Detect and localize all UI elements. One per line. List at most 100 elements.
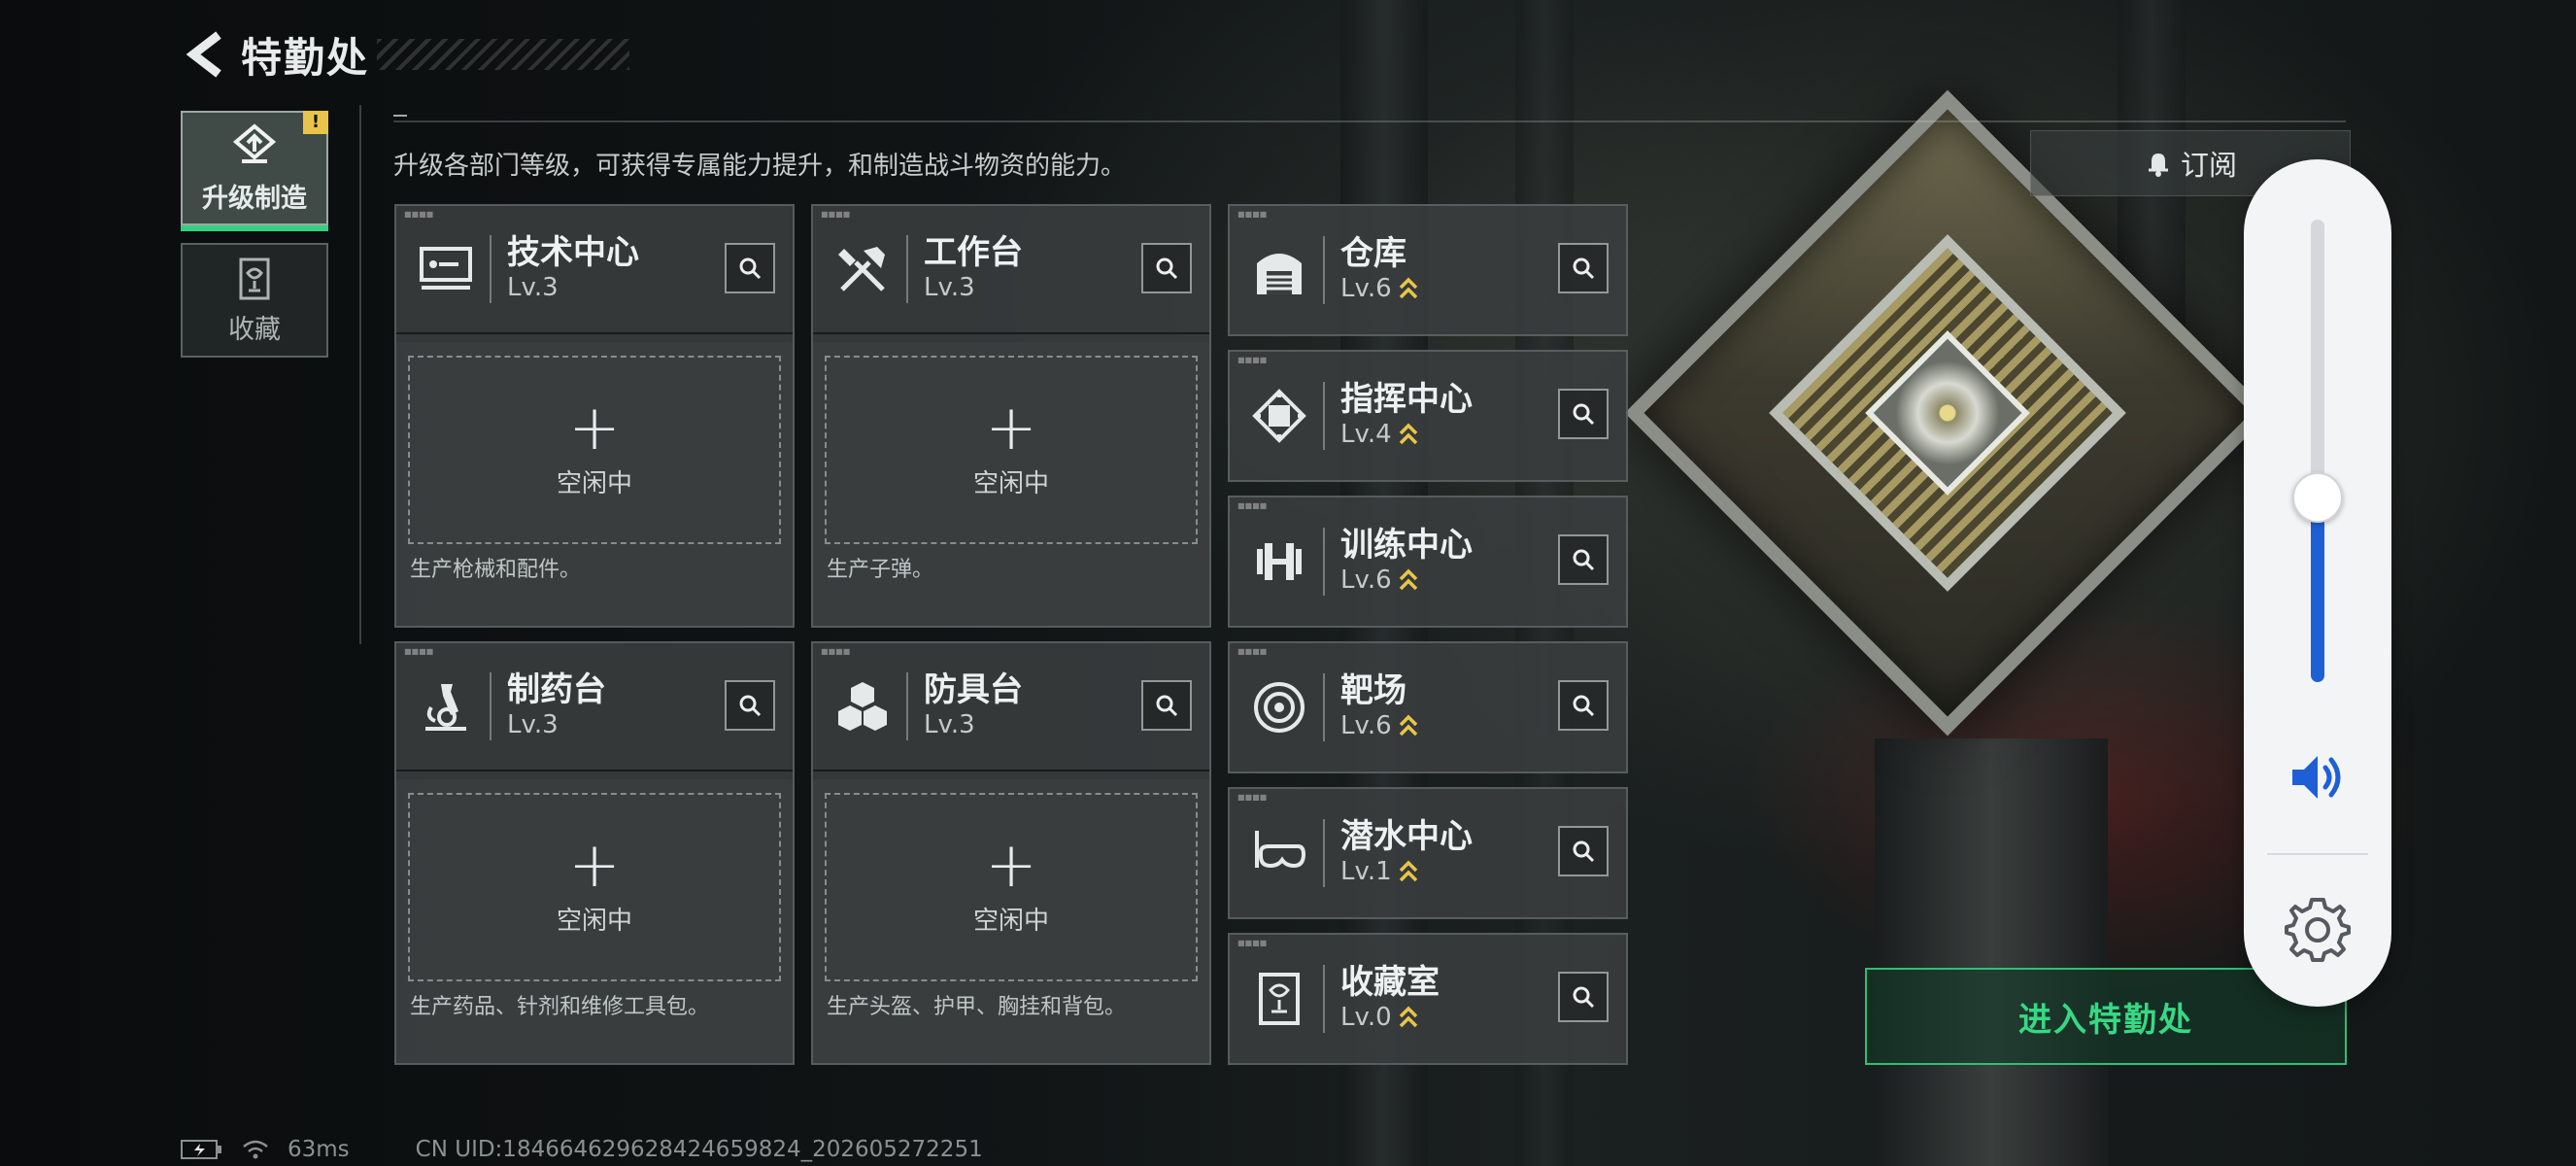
armor-cubes-icon xyxy=(827,670,898,742)
tab-upgrade-label: 升级制造 xyxy=(202,183,307,214)
production-card-tech-center[interactable]: ■■■■ 技术中心 Lv.3 + 空闲中 生产枪械和配件。 xyxy=(394,204,795,628)
search-icon xyxy=(1573,403,1595,426)
search-button[interactable] xyxy=(1141,243,1192,293)
search-button[interactable] xyxy=(725,680,775,731)
facility-level-row: Lv.1 xyxy=(1340,855,1473,888)
search-icon xyxy=(1156,695,1178,717)
target-icon xyxy=(1243,671,1315,743)
plus-icon: + xyxy=(985,829,1037,902)
computer-icon xyxy=(410,233,482,305)
page-subtitle: 升级各部门等级，可获得专属能力提升，和制造战斗物资的能力。 xyxy=(393,152,1127,181)
facility-name: 靶场 xyxy=(1340,671,1407,710)
volume-divider xyxy=(2267,853,2368,855)
search-button[interactable] xyxy=(1558,826,1609,876)
back-arrow-icon xyxy=(186,31,221,78)
plus-icon: + xyxy=(985,392,1037,464)
search-button[interactable] xyxy=(1558,534,1609,585)
search-icon xyxy=(1573,549,1595,571)
facility-name: 指挥中心 xyxy=(1340,380,1473,419)
volume-thumb[interactable] xyxy=(2292,471,2343,523)
facility-level: Lv.6 xyxy=(1340,566,1392,595)
search-button[interactable] xyxy=(1558,972,1609,1022)
card-name: 技术中心 xyxy=(507,233,639,272)
search-icon xyxy=(1573,695,1595,717)
slot-status: 空闲中 xyxy=(972,468,1049,498)
facility-level: Lv.6 xyxy=(1340,274,1392,303)
upgrade-available-icon xyxy=(1399,714,1417,737)
search-icon xyxy=(1156,257,1178,280)
plus-icon: + xyxy=(568,829,621,902)
card-level: Lv.3 xyxy=(924,710,975,739)
facility-level: Lv.1 xyxy=(1340,857,1392,886)
diving-mask-icon xyxy=(1243,817,1315,889)
facility-level: Lv.6 xyxy=(1340,711,1392,740)
facility-card[interactable]: ■■■■ 收藏室 Lv.0 xyxy=(1228,933,1628,1065)
tools-icon xyxy=(827,233,898,305)
facility-card[interactable]: ■■■■ 仓库 Lv.6 xyxy=(1228,204,1628,336)
search-button[interactable] xyxy=(1558,389,1609,439)
volume-fill xyxy=(2311,497,2324,682)
tab-collection-label: 收藏 xyxy=(228,314,281,345)
upgrade-available-icon xyxy=(1399,860,1417,882)
facility-level-row: Lv.4 xyxy=(1340,418,1473,451)
battery-icon xyxy=(181,1140,221,1159)
production-slot[interactable]: + 空闲中 xyxy=(408,356,781,544)
slot-status: 空闲中 xyxy=(556,906,632,936)
search-button[interactable] xyxy=(725,243,775,293)
enter-label: 进入特勤处 xyxy=(2018,1000,2193,1040)
search-button[interactable] xyxy=(1558,243,1609,293)
facility-card[interactable]: ■■■■ 潜水中心 Lv.1 xyxy=(1228,787,1628,919)
search-icon xyxy=(739,257,762,280)
card-name: 制药台 xyxy=(507,670,606,709)
wifi-icon xyxy=(243,1140,268,1159)
speaker-icon[interactable] xyxy=(2287,746,2349,808)
microscope-icon xyxy=(410,670,482,742)
slot-description: 生产头盔、护甲、胸挂和背包。 xyxy=(827,995,1127,1019)
production-slot[interactable]: + 空闲中 xyxy=(825,793,1198,981)
bell-icon xyxy=(2148,154,2168,177)
upgrade-available-icon xyxy=(1399,277,1417,299)
facility-name: 潜水中心 xyxy=(1340,817,1473,856)
warehouse-icon xyxy=(1243,234,1315,306)
facility-card[interactable]: ■■■■ 训练中心 Lv.6 xyxy=(1228,496,1628,628)
card-level: Lv.3 xyxy=(924,273,975,302)
search-button[interactable] xyxy=(1558,680,1609,731)
facility-name: 仓库 xyxy=(1340,234,1407,273)
tab-collection[interactable]: 收藏 xyxy=(181,243,328,358)
volume-slider[interactable] xyxy=(2311,220,2324,682)
slot-status: 空闲中 xyxy=(972,906,1049,936)
search-icon xyxy=(739,695,762,717)
back-button[interactable] xyxy=(181,27,229,82)
chip-icon xyxy=(1243,380,1315,452)
facility-level-row: Lv.0 xyxy=(1340,1001,1440,1034)
card-name: 工作台 xyxy=(924,233,1023,272)
tab-upgrade-manufacture[interactable]: ! 升级制造 xyxy=(181,111,328,231)
production-slot[interactable]: + 空闲中 xyxy=(408,793,781,981)
search-button[interactable] xyxy=(1141,680,1192,731)
facility-card[interactable]: ■■■■ 靶场 Lv.6 xyxy=(1228,641,1628,773)
trophy-icon xyxy=(239,257,270,299)
dumbbell-icon xyxy=(1243,526,1315,598)
user-uid: CN UID:18466462962842465982­4_2026052722… xyxy=(415,1137,983,1162)
production-slot[interactable]: + 空闲中 xyxy=(825,356,1198,544)
facility-card[interactable]: ■■■■ 指挥中心 Lv.4 xyxy=(1228,350,1628,482)
upgrade-available-icon xyxy=(1399,568,1417,591)
plus-icon: + xyxy=(568,392,621,464)
alert-badge: ! xyxy=(303,111,328,134)
production-card-workbench[interactable]: ■■■■ 工作台 Lv.3 + 空闲中 生产子弹。 xyxy=(811,204,1211,628)
slot-description: 生产药品、针剂和维修工具包。 xyxy=(410,995,710,1019)
card-level: Lv.3 xyxy=(507,710,559,739)
production-card-pharmacy[interactable]: ■■■■ 制药台 Lv.3 + 空闲中 生产药品、针剂和维修工具包。 xyxy=(394,641,795,1065)
upgrade-available-icon xyxy=(1399,1006,1417,1028)
slot-description: 生产枪械和配件。 xyxy=(410,558,582,582)
production-card-armor-bench[interactable]: ■■■■ 防具台 Lv.3 + 空闲中 生产头盔、护甲、胸挂和背包。 xyxy=(811,641,1211,1065)
facility-level-row: Lv.6 xyxy=(1340,709,1419,742)
upgrade-available-icon xyxy=(1399,423,1417,445)
volume-panel xyxy=(2244,159,2391,1007)
page-title: 特勤处 xyxy=(241,33,370,82)
gear-icon[interactable] xyxy=(2283,894,2353,964)
facility-name: 训练中心 xyxy=(1340,526,1473,565)
card-name: 防具台 xyxy=(924,670,1023,709)
facility-level-row: Lv.6 xyxy=(1340,564,1473,597)
status-bar: 63ms CN UID:18466462962842465982­4_20260… xyxy=(181,1137,983,1162)
